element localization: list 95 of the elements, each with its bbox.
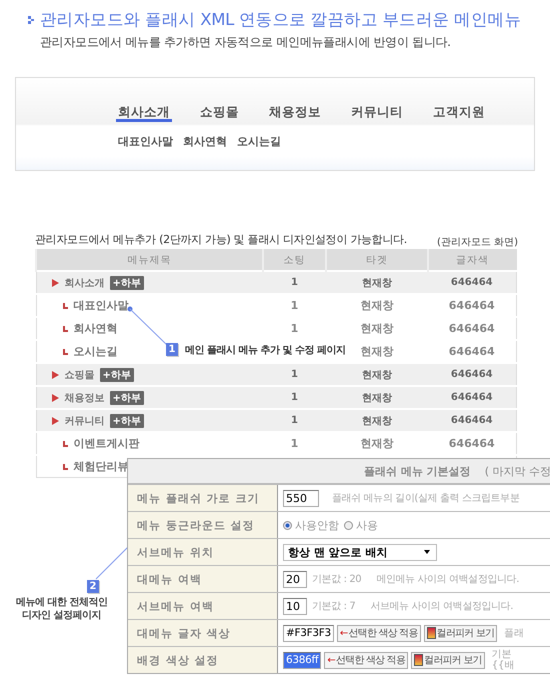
menu-title: 오시는길: [74, 345, 118, 358]
input-field[interactable]: 550: [283, 490, 319, 506]
setting-label: 서브메뉴 여백: [128, 593, 278, 619]
menu-title: 회사소개: [64, 278, 104, 288]
menu-tab[interactable]: 쇼핑몰: [198, 104, 241, 122]
submenu-badge[interactable]: +하부: [110, 390, 144, 404]
description-text: 서브메뉴 사이의 여백설정입니다.: [370, 600, 514, 613]
table-cell: 1: [290, 437, 298, 450]
menu-tab[interactable]: 회사소개: [116, 104, 172, 122]
table-cell: 1: [291, 392, 298, 403]
menu-title: 커뮤니티: [64, 416, 104, 426]
page-subtitle: 관리자모드에서 메뉴를 추가하면 자동적으로 메인메뉴플래시에 반영이 됩니다.: [40, 34, 452, 51]
column-header: 글자색: [428, 250, 516, 271]
corner-icon: [62, 464, 68, 470]
corner-icon: [62, 326, 68, 332]
menu-title: 채용정보: [64, 392, 104, 404]
column-header: 타겟: [326, 250, 428, 271]
radio-label: 사용: [356, 518, 378, 532]
radio-button[interactable]: [344, 520, 353, 530]
menu-tab[interactable]: 고객지원: [431, 104, 487, 122]
callout-number: 1: [166, 343, 178, 356]
triangle-icon: [52, 278, 58, 287]
setting-label: 메뉴 둥근라운드 설정: [128, 512, 278, 538]
submenu-badge[interactable]: +하부: [110, 414, 144, 428]
submenu-badge[interactable]: +하부: [110, 276, 144, 290]
admin-caption: 관리자모드에서 메뉴추가 (2단까지 가능) 및 플래시 디자인설정이 가능합니다.: [35, 233, 407, 246]
setting-label: 배경 색상 설정: [128, 647, 278, 673]
input-field[interactable]: 10: [283, 598, 307, 614]
table-cell: 646464: [450, 392, 493, 403]
table-cell: 1: [291, 415, 298, 426]
menu-tab[interactable]: 채용정보: [267, 104, 323, 122]
input-field[interactable]: #F3F3F3: [283, 624, 334, 642]
table-cell: 1: [291, 277, 298, 288]
table-cell: 현재창: [360, 437, 394, 450]
callout-number: 2: [87, 580, 99, 593]
setting-label: 대메뉴 여백: [128, 566, 278, 592]
corner-icon: [62, 348, 68, 355]
table-cell: 현재창: [360, 299, 394, 312]
color-picker-button[interactable]: 컬러피커 보기: [411, 652, 485, 668]
menu-title: 쇼핑몰: [64, 370, 94, 380]
table-cell: 1: [290, 322, 298, 335]
description-text: 기본 {{배: [492, 649, 514, 671]
triangle-icon: [52, 416, 58, 425]
description-text: 메인메뉴 사이의 여백설정입니다.: [376, 573, 520, 586]
table-cell: 1: [291, 369, 298, 380]
submenu-badge[interactable]: +하부: [100, 368, 134, 382]
panel-title: 플래쉬 메뉴 기본설정: [364, 464, 471, 478]
menu-title: 대표인사말: [74, 299, 128, 312]
submenu-item[interactable]: 대표인사말: [118, 134, 173, 149]
menu-title: 회사연혁: [74, 322, 118, 335]
table-cell: 현재창: [362, 370, 392, 380]
input-field[interactable]: 20: [283, 570, 307, 588]
table-cell: 646464: [450, 369, 493, 380]
column-header: 메뉴제목: [36, 250, 263, 271]
admin-screen-note: (관리자모드 화면): [437, 236, 518, 249]
input-field[interactable]: 6386ff: [283, 652, 322, 668]
apply-color-button[interactable]: ←선택한 색상 적용: [324, 652, 408, 668]
corner-icon: [62, 440, 68, 447]
corner-icon: [62, 302, 68, 309]
callout-text: 메인 플래시 메뉴 추가 및 수정 페이지: [185, 344, 346, 357]
caret-icon: [424, 550, 430, 554]
color-picker-button[interactable]: 컬러피커 보기: [424, 624, 498, 642]
panel-title-note: ( 마지막 수정: [484, 464, 550, 478]
table-cell: 현재창: [360, 345, 394, 358]
table-cell: 현재창: [362, 416, 392, 426]
setting-label: 대메뉴 글자 색상: [128, 620, 278, 646]
default-value-text: 기본값 : 7: [312, 600, 356, 613]
menu-title: 이벤트게시판: [74, 437, 140, 450]
table-cell: 현재창: [360, 322, 394, 335]
table-cell: 현재창: [362, 278, 392, 288]
table-cell: 646464: [450, 415, 493, 426]
bullet-icon: [28, 16, 34, 24]
menu-tab[interactable]: 커뮤니티: [349, 104, 405, 122]
submenu-item[interactable]: 회사연혁: [183, 134, 227, 149]
dropdown[interactable]: 항상 맨 앞으로 배치: [283, 544, 437, 560]
setting-label: 서브메뉴 위치: [128, 539, 278, 565]
table-cell: 646464: [448, 299, 495, 312]
table-cell: 646464: [448, 322, 495, 335]
table-cell: 1: [290, 299, 298, 312]
menu-title: 체험단리뷰: [74, 460, 128, 473]
setting-label: 메뉴 플래쉬 가로 크기: [128, 485, 278, 511]
description-text: 플래쉬 메뉴의 길이(실제 출력 스크립트부분: [332, 492, 520, 505]
table-cell: 646464: [450, 277, 493, 288]
default-value-text: 기본값 : 20: [312, 573, 362, 586]
page-title: 관리자모드와 플래시 XML 연동으로 깔끔하고 부드러운 메인메뉴: [40, 9, 522, 31]
table-cell: 현재창: [362, 392, 392, 404]
radio-label: 사용안함: [295, 518, 339, 532]
table-cell: 646464: [448, 345, 495, 358]
table-cell: 646464: [448, 437, 495, 450]
radio-button[interactable]: [283, 520, 292, 530]
callout-text: 메뉴에 대한 전체적인 디자인 설정페이지: [16, 596, 108, 622]
submenu-item[interactable]: 오시는길: [237, 134, 281, 149]
apply-color-button[interactable]: ←선택한 색상 적용: [336, 624, 421, 642]
column-header: 소팅: [263, 250, 326, 271]
description-text: 플래: [504, 628, 524, 638]
